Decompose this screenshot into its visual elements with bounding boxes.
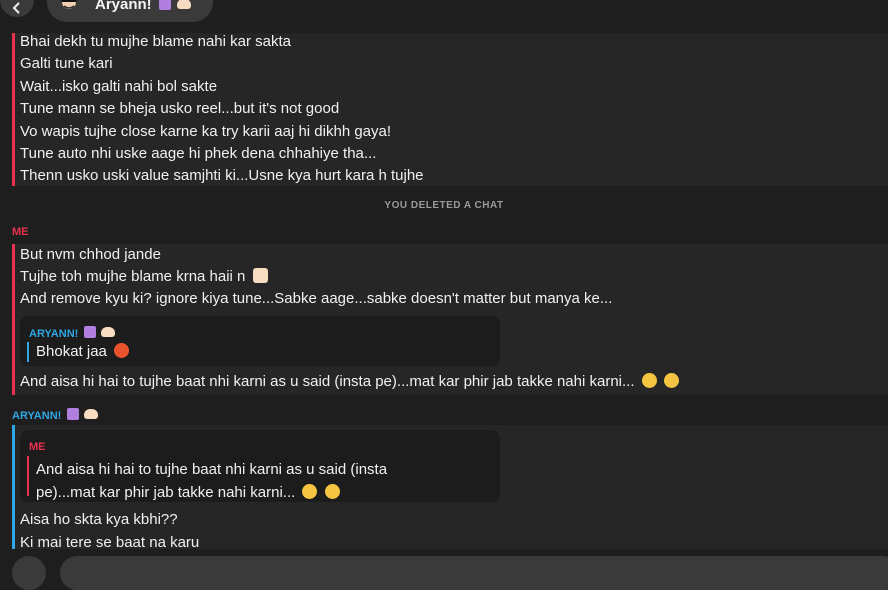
message-text: But nvm chhod jande [20,246,161,263]
message-accent-bar [12,425,15,549]
avatar[interactable] [55,0,83,18]
hand-icon [177,0,192,9]
message-line[interactable]: Tune auto nhi uske aage hi phek dena chh… [20,145,376,163]
message-line[interactable]: And remove kyu ki? ignore kiya tune...Sa… [20,290,612,308]
message-line[interactable]: And aisa hi hai to tujhe baat nhi karni … [20,373,679,391]
quote-text-line: And aisa hi hai to tujhe baat nhi karni … [36,461,388,478]
message-line[interactable]: But nvm chhod jande [20,246,161,264]
message-line[interactable]: Wait...isko galti nahi bol sakte [20,78,217,96]
grinning-face-icon [324,484,340,499]
slightly-smiling-face-icon [641,373,657,388]
camera-button[interactable] [12,556,46,590]
message-line[interactable]: Aisa ho skta kya kbhi?? [20,511,178,529]
message-accent-bar [12,33,15,186]
message-input[interactable] [60,556,888,590]
purple-heart-icon [158,0,171,10]
message-text: And remove kyu ki? ignore kiya tune...Sa… [20,290,613,307]
purple-heart-icon [67,408,80,420]
message-group-me: But nvm chhod jande Tujhe toh mujhe blam… [12,244,888,395]
hand-icon [84,409,99,419]
sender-label-text: ARYANN! [12,410,62,422]
message-group-aryann: ME And aisa hi hai to tujhe baat nhi kar… [12,425,888,551]
quote-text: Bhokat jaa [36,340,130,363]
slightly-smiling-face-icon [302,484,318,499]
grinning-face-icon [663,373,679,388]
back-button[interactable] [0,0,34,17]
contact-name-text: Aryann! [95,0,152,13]
reply-quote[interactable]: ARYANN! Bhokat jaa [20,316,500,366]
quote-sender: ME [29,441,46,453]
message-line[interactable]: Galti tune kari [20,55,113,73]
message-group-friend-top: Bhai dekh tu mujhe blame nahi kar sakta … [12,33,888,186]
sender-label-aryann: ARYANN! [12,408,99,422]
message-line[interactable]: Thenn usko uski value samjhti ki...Usne … [20,167,424,185]
quote-text-content: pe)...mat kar phir jab takke nahi karni.… [36,484,296,501]
hand-icon [101,327,116,337]
message-line[interactable]: Tujhe toh mujhe blame krna haii n [20,268,268,286]
quote-accent-bar [27,342,29,362]
system-message: YOU DELETED A CHAT [384,200,504,211]
quote-text-content: Bhokat jaa [36,343,107,360]
purple-heart-icon [84,326,97,338]
quote-accent-bar [27,456,29,496]
sender-label-me: ME [12,226,29,238]
chevron-left-icon [12,2,20,14]
message-line[interactable]: Vo wapis tujhe close karne ka try karii … [20,123,391,141]
chat-header: Aryann! [0,0,888,30]
message-line[interactable]: Tune mann se bheja usko reel...but it's … [20,100,339,118]
quote-sender-text: ARYANN! [29,328,79,340]
angry-face-icon [114,343,130,358]
message-line[interactable]: Bhai dekh tu mujhe blame nahi kar sakta [20,33,291,51]
reply-quote[interactable]: ME And aisa hi hai to tujhe baat nhi kar… [20,430,500,502]
contact-name: Aryann! [95,0,192,13]
quote-sender: ARYANN! [29,326,116,340]
message-text: And aisa hi hai to tujhe baat nhi karni … [20,373,635,390]
thumbs-up-icon [252,268,268,283]
message-accent-bar [12,244,15,395]
quote-text-line: pe)...mat kar phir jab takke nahi karni.… [36,481,387,504]
message-text: Tujhe toh mujhe blame krna haii n [20,268,246,285]
quote-text: And aisa hi hai to tujhe baat nhi karni … [36,458,387,504]
